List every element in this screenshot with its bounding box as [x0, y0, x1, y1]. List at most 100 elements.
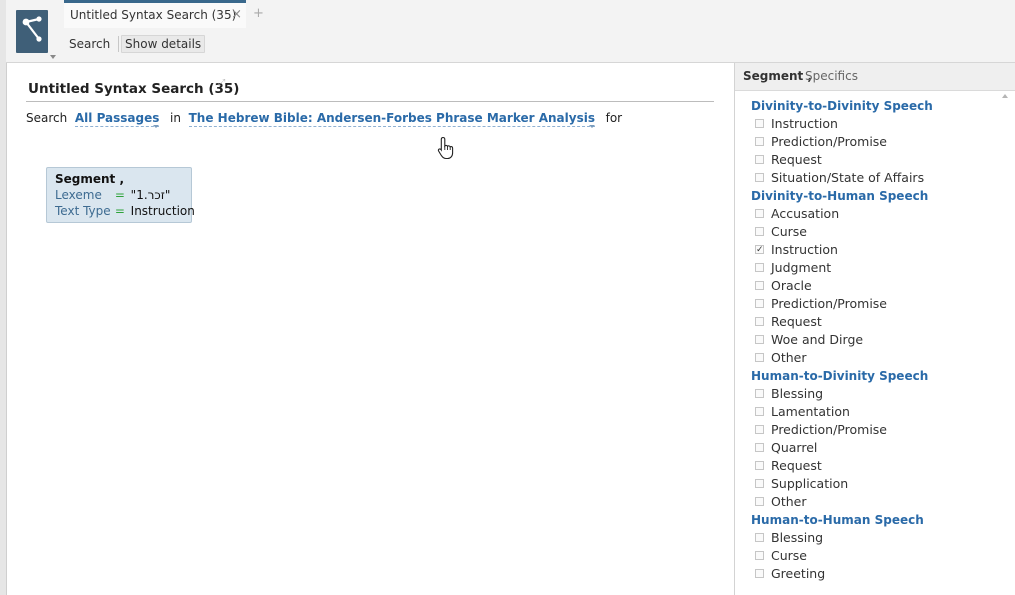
checkbox[interactable] [755, 263, 764, 272]
checkbox-option[interactable]: Other [751, 493, 1001, 511]
checkbox-label: Request [771, 152, 822, 167]
checkbox-label: Instruction [771, 242, 838, 257]
checkbox[interactable] [755, 155, 764, 164]
checkbox[interactable] [755, 137, 764, 146]
checkbox[interactable] [755, 353, 764, 362]
checkbox-label: Blessing [771, 530, 824, 545]
checkbox[interactable] [755, 227, 764, 236]
checkbox-option[interactable]: Lamentation [751, 403, 1001, 421]
new-tab-icon[interactable]: + [253, 6, 264, 21]
checkbox-option[interactable]: Oracle [751, 277, 1001, 295]
segment-value: Instruction [130, 204, 195, 218]
search-criteria-line: Search All Passages in The Hebrew Bible:… [26, 111, 622, 128]
checkbox-option[interactable]: Request [751, 151, 1001, 169]
checkbox-label: Prediction/Promise [771, 296, 887, 311]
segment-equals: = [114, 188, 125, 202]
resource-dropdown[interactable]: The Hebrew Bible: Andersen-Forbes Phrase… [188, 111, 595, 127]
checkbox-label: Other [771, 494, 807, 509]
close-icon[interactable]: × [231, 7, 242, 22]
specifics-list: Divinity-to-Divinity Speech Instruction Pr… [751, 97, 1001, 583]
checkbox-label: Request [771, 314, 822, 329]
checkbox-option[interactable]: Other [751, 349, 1001, 367]
checkbox[interactable] [755, 407, 764, 416]
checkbox[interactable] [755, 335, 764, 344]
segment-row-text-type[interactable]: Text Type = Instruction [55, 204, 195, 218]
checkbox-label: Judgment [771, 260, 832, 275]
checkbox[interactable] [755, 173, 764, 182]
checkbox-option[interactable]: Prediction/Promise [751, 421, 1001, 439]
checkbox[interactable] [755, 317, 764, 326]
group-heading[interactable]: Human-to-Human Speech [751, 511, 1001, 529]
checkbox-option[interactable]: Curse [751, 223, 1001, 241]
checkbox-label: Other [771, 350, 807, 365]
checkbox-option[interactable]: Greeting [751, 565, 1001, 583]
checkbox-label: Supplication [771, 476, 849, 491]
checkbox-option[interactable]: Curse [751, 547, 1001, 565]
checkbox-label: Oracle [771, 278, 812, 293]
checkbox[interactable] [755, 209, 764, 218]
show-details-button[interactable]: Show details [121, 35, 206, 53]
checkbox[interactable] [755, 569, 764, 578]
checkbox-label: Request [771, 458, 822, 473]
left-edge-strip [0, 0, 7, 595]
panel-header-segment: Segment , [743, 69, 813, 83]
checkbox-option[interactable]: Prediction/Promise [751, 133, 1001, 151]
checkbox-option[interactable]: Quarrel [751, 439, 1001, 457]
group-heading[interactable]: Divinity-to-Divinity Speech [751, 97, 1001, 115]
chevron-down-icon[interactable] [588, 125, 595, 128]
specifics-panel: Segment , Specifics Divinity-to-Divinity… [734, 63, 1015, 595]
checkbox[interactable] [755, 533, 764, 542]
checkbox-option[interactable]: Judgment [751, 259, 1001, 277]
segment-key: Lexeme [55, 188, 102, 202]
checkbox[interactable] [755, 443, 764, 452]
group-heading[interactable]: Human-to-Divinity Speech [751, 367, 1001, 385]
tab-title: Untitled Syntax Search (35) [70, 8, 237, 22]
group-heading[interactable]: Divinity-to-Human Speech [751, 187, 1001, 205]
checkbox-option[interactable]: Request [751, 313, 1001, 331]
checkbox-label: Lamentation [771, 404, 850, 419]
checkbox[interactable] [755, 479, 764, 488]
checkbox[interactable] [755, 389, 764, 398]
checkbox[interactable] [755, 551, 764, 560]
panel-header-specifics: Specifics [805, 69, 858, 83]
checkbox[interactable] [755, 299, 764, 308]
checkbox[interactable] [755, 497, 764, 506]
toolbar-divider [118, 36, 119, 52]
syntax-search-icon[interactable] [16, 10, 48, 53]
checkbox-option[interactable]: Woe and Dirge [751, 331, 1001, 349]
passages-dropdown[interactable]: All Passages [74, 111, 160, 127]
for-label: for [605, 111, 623, 125]
checkbox-option[interactable]: Prediction/Promise [751, 295, 1001, 313]
expand-icon[interactable]: ⤢ [218, 78, 225, 88]
checkbox-label: Quarrel [771, 440, 818, 455]
scroll-up-icon[interactable] [1002, 94, 1008, 98]
checkbox-label: Situation/State of Affairs [771, 170, 925, 185]
checkbox-checked[interactable]: ✓ [755, 245, 764, 255]
checkbox-option[interactable]: ✓ Instruction [751, 241, 1001, 259]
search-button[interactable]: Search [69, 37, 110, 51]
checkbox-label: Curse [771, 548, 807, 563]
chevron-down-icon[interactable] [153, 125, 160, 128]
checkbox-option[interactable]: Request [751, 457, 1001, 475]
page-title[interactable]: Untitled Syntax Search (35) [28, 81, 239, 97]
checkbox-label: Curse [771, 224, 807, 239]
search-prefix-label: Search [26, 111, 68, 125]
app-menu-caret-icon[interactable] [50, 55, 56, 59]
checkbox-label: Prediction/Promise [771, 134, 887, 149]
checkbox-option[interactable]: Instruction [751, 115, 1001, 133]
checkbox-option[interactable]: Blessing [751, 529, 1001, 547]
checkbox[interactable] [755, 425, 764, 434]
segment-query-node[interactable]: Segment , Lexeme = "זכר.1" Text Type = I… [46, 167, 195, 223]
panel-header: Segment , Specifics [735, 63, 1015, 91]
checkbox-option[interactable]: Situation/State of Affairs [751, 169, 1001, 187]
checkbox-option[interactable]: Blessing [751, 385, 1001, 403]
checkbox[interactable] [755, 119, 764, 128]
checkbox-label: Woe and Dirge [771, 332, 864, 347]
checkbox[interactable] [755, 281, 764, 290]
checkbox-option[interactable]: Accusation [751, 205, 1001, 223]
segment-row-lexeme[interactable]: Lexeme = "זכר.1" [55, 188, 170, 202]
checkbox-label: Accusation [771, 206, 840, 221]
tab-syntax-search[interactable]: Untitled Syntax Search (35) × [64, 0, 246, 28]
checkbox[interactable] [755, 461, 764, 470]
checkbox-option[interactable]: Supplication [751, 475, 1001, 493]
